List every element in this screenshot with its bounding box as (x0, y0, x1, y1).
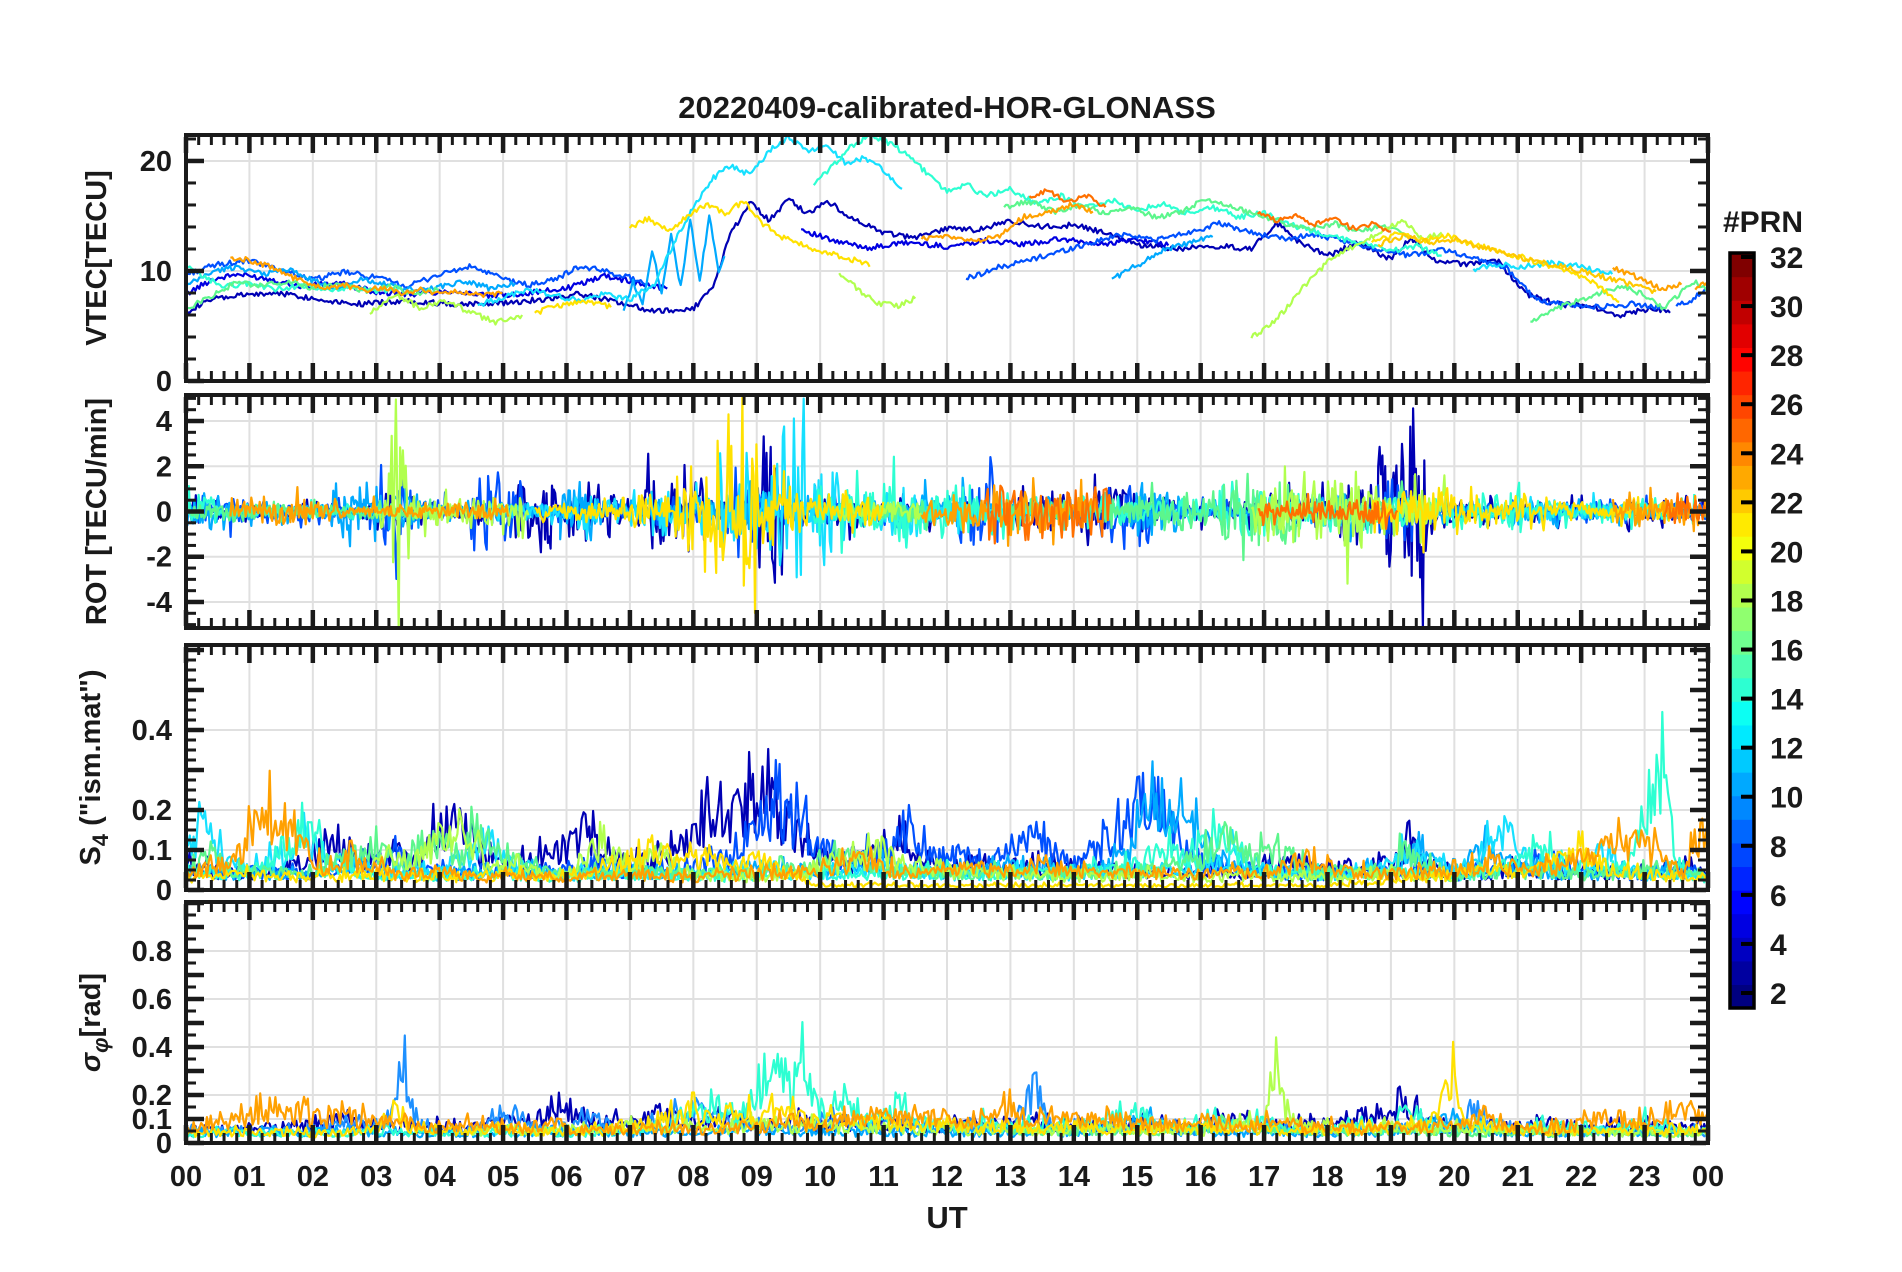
y-tick-label-s4: 0.4 (132, 715, 172, 747)
y-tick-label-vtec: 0 (156, 366, 172, 398)
y-tick-label-vtec: 10 (140, 256, 172, 288)
x-tick-label: 05 (487, 1161, 519, 1193)
y-tick-label-s4: 0.2 (132, 795, 172, 827)
x-tick-label: 03 (360, 1161, 392, 1193)
x-tick-label: 08 (677, 1161, 709, 1193)
y-axis-label-s4: S4 ("ism.mat") (75, 669, 113, 865)
colorbar-tick-label: 28 (1770, 340, 1803, 373)
prn-colorbar: 2468101214161820222426283032 (1728, 242, 1804, 1011)
colorbar-band (1730, 559, 1754, 584)
y-axis-label-sigma: σφ[rad] (75, 973, 113, 1072)
x-tick-label: 17 (1248, 1161, 1280, 1193)
x-tick-label: 10 (804, 1161, 836, 1193)
colorbar-band (1730, 323, 1754, 348)
colorbar-band (1730, 583, 1754, 608)
y-tick-label-sigma: 0.8 (132, 936, 172, 968)
series-prn-10 (622, 214, 726, 311)
figure-20220409-calibrated-hor-glonass: 0 10 20 -4 -2 0 2 4 0 0.1 0.2 0.4 0 0.1 0.2 0.4 0.6 0.8 00… (0, 0, 1902, 1272)
colorbar-tick-label: 20 (1770, 536, 1803, 569)
colorbar-tick-label: 26 (1770, 389, 1803, 422)
colorbar-band (1730, 276, 1754, 301)
colorbar-band (1730, 748, 1754, 773)
colorbar-band (1730, 394, 1754, 419)
colorbar-band (1730, 465, 1754, 490)
y-tick-label-sigma: 0.6 (132, 984, 172, 1016)
colorbar-band (1730, 866, 1754, 891)
series-prn-16 (1003, 198, 1410, 238)
colorbar-tick-label: 10 (1770, 782, 1803, 815)
y-tick-label-s4: 0 (156, 875, 172, 907)
y-tick-label-rot: 0 (156, 497, 172, 529)
x-tick-label: 13 (994, 1161, 1026, 1193)
colorbar-band (1730, 772, 1754, 797)
y-axis-label-vtec: VTEC[TECU] (81, 170, 113, 346)
y-axis-labels: VTEC[TECU] ROT [TECU/min] S4 ("ism.mat") σφ… (75, 170, 113, 1072)
x-axis-label: UT (926, 1200, 967, 1235)
colorbar-tick-label: 4 (1770, 929, 1787, 962)
y-tick-label-rot: 2 (156, 451, 172, 483)
scintillation-chart: 01020-4-202400.10.20.400.10.20.40.60.800… (75, 90, 1804, 1235)
x-tick-label: 14 (1058, 1161, 1090, 1193)
x-tick-label: 02 (297, 1161, 329, 1193)
y-tick-label-rot: 4 (156, 406, 172, 438)
series-prn-18 (838, 272, 917, 310)
x-tick-label: 00 (170, 1161, 202, 1193)
y-axis-label-rot: ROT [TECU/min] (81, 398, 113, 625)
gridlines (186, 135, 1708, 1143)
x-tick-label: 18 (1311, 1161, 1343, 1193)
y-tick-label-vtec: 20 (140, 146, 172, 178)
colorbar-band (1730, 370, 1754, 396)
colorbar-tick-label: 30 (1770, 291, 1803, 324)
colorbar-tick-label: 14 (1770, 684, 1804, 717)
y-tick-label-s4: 0.1 (132, 835, 172, 867)
colorbar-band (1730, 795, 1754, 820)
colorbar-tick-label: 32 (1770, 242, 1803, 275)
colorbar-band (1730, 960, 1754, 986)
y-tick-label-rot: -2 (146, 542, 172, 574)
colorbar-tick-label: 2 (1770, 978, 1787, 1011)
colorbar-tick-label: 22 (1770, 487, 1803, 520)
colorbar-band (1730, 300, 1754, 325)
colorbar-band (1730, 701, 1754, 726)
x-tick-label: 04 (424, 1161, 456, 1193)
colorbar-tick-label: 12 (1770, 733, 1803, 766)
colorbar-title: #PRN (1723, 206, 1803, 239)
x-tick-label: 19 (1375, 1161, 1407, 1193)
colorbar-tick-label: 8 (1770, 831, 1787, 864)
series-prn-2 (188, 197, 1671, 319)
colorbar-band (1730, 724, 1754, 750)
series-prn-20 (534, 299, 612, 315)
x-tick-label: 07 (614, 1161, 646, 1193)
x-tick-label: 06 (550, 1161, 582, 1193)
colorbar-tick-label: 6 (1770, 880, 1787, 913)
y-tick-label-rot: -4 (146, 587, 172, 619)
y-tick-label-sigma: 0.2 (132, 1080, 172, 1112)
x-tick-label: 22 (1565, 1161, 1597, 1193)
colorbar-band (1730, 984, 1754, 1009)
colorbar-band (1730, 937, 1754, 962)
colorbar-band (1730, 347, 1754, 372)
colorbar-band (1730, 418, 1754, 443)
y-tick-label-sigma: 0.4 (132, 1032, 172, 1064)
chart-title: 20220409-calibrated-HOR-GLONASS (678, 90, 1216, 125)
colorbar-tick-label: 24 (1770, 438, 1804, 471)
colorbar-band (1730, 606, 1754, 632)
x-tick-label: 23 (1628, 1161, 1660, 1193)
x-tick-label: 16 (1185, 1161, 1217, 1193)
x-tick-label: 09 (741, 1161, 773, 1193)
x-tick-label: 11 (868, 1161, 899, 1193)
x-tick-label: 01 (233, 1161, 265, 1193)
x-tick-label: 15 (1121, 1161, 1153, 1193)
x-tick-label: 12 (931, 1161, 963, 1193)
x-tick-label: 20 (1438, 1161, 1470, 1193)
colorbar-tick-label: 16 (1770, 635, 1803, 668)
colorbar-tick-label: 18 (1770, 585, 1803, 618)
x-tick-label: 21 (1502, 1161, 1534, 1193)
colorbar-band (1730, 536, 1754, 561)
x-tick-label: 00 (1692, 1161, 1724, 1193)
colorbar-band (1730, 819, 1754, 844)
colorbar-band (1730, 913, 1754, 938)
colorbar-band (1730, 512, 1754, 537)
colorbar-band (1730, 654, 1754, 679)
